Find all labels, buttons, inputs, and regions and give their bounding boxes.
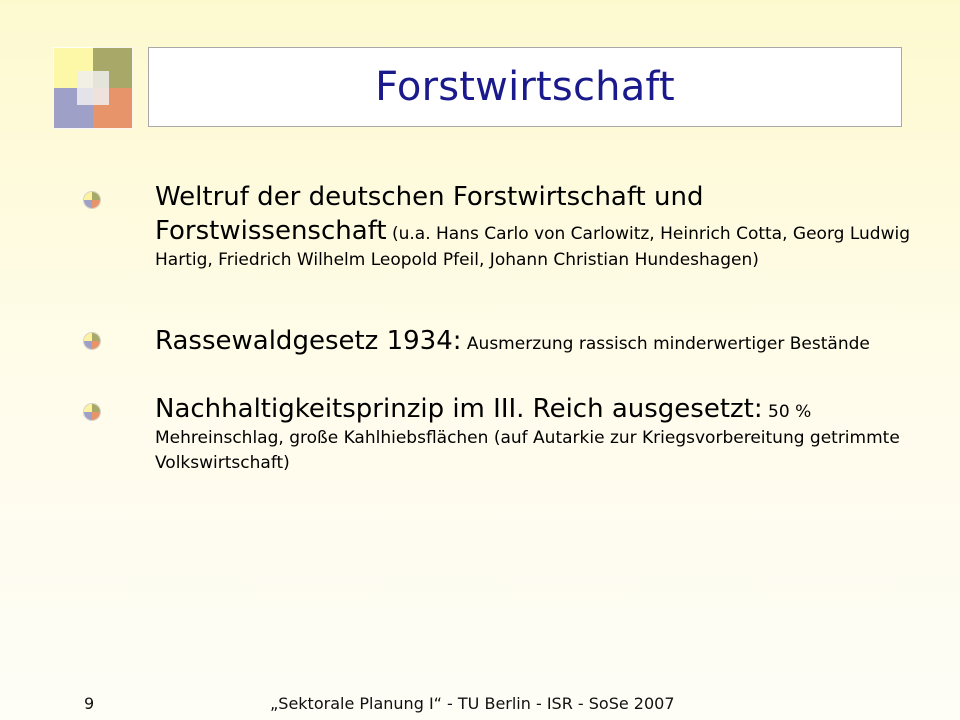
footer-text: „Sektorale Planung I“ - TU Berlin - ISR … [270,694,675,713]
bullet-main-text: Nachhaltigkeitsprinzip im III. Reich aus… [155,394,763,424]
page-number: 9 [84,694,95,713]
slide-title: Forstwirtschaft [375,64,675,110]
bullet-detail-text: Ausmerzung rassisch minderwertiger Bestä… [461,334,870,354]
bullet-pie-icon [84,333,100,349]
bullet-pie-icon [84,404,100,420]
logo-outline [53,47,133,129]
bullet-text: Rassewaldgesetz 1934: Ausmerzung rassisc… [155,324,940,358]
bullet-text: Weltruf der deutschen Forstwirtschaft un… [155,180,940,273]
bullet-pie-icon [84,192,100,208]
bullet-main-text: Rassewaldgesetz 1934: [155,326,462,356]
slide-logo [53,47,133,129]
bullet-text: Nachhaltigkeitsprinzip im III. Reich aus… [155,392,940,476]
title-box: Forstwirtschaft [148,47,902,127]
